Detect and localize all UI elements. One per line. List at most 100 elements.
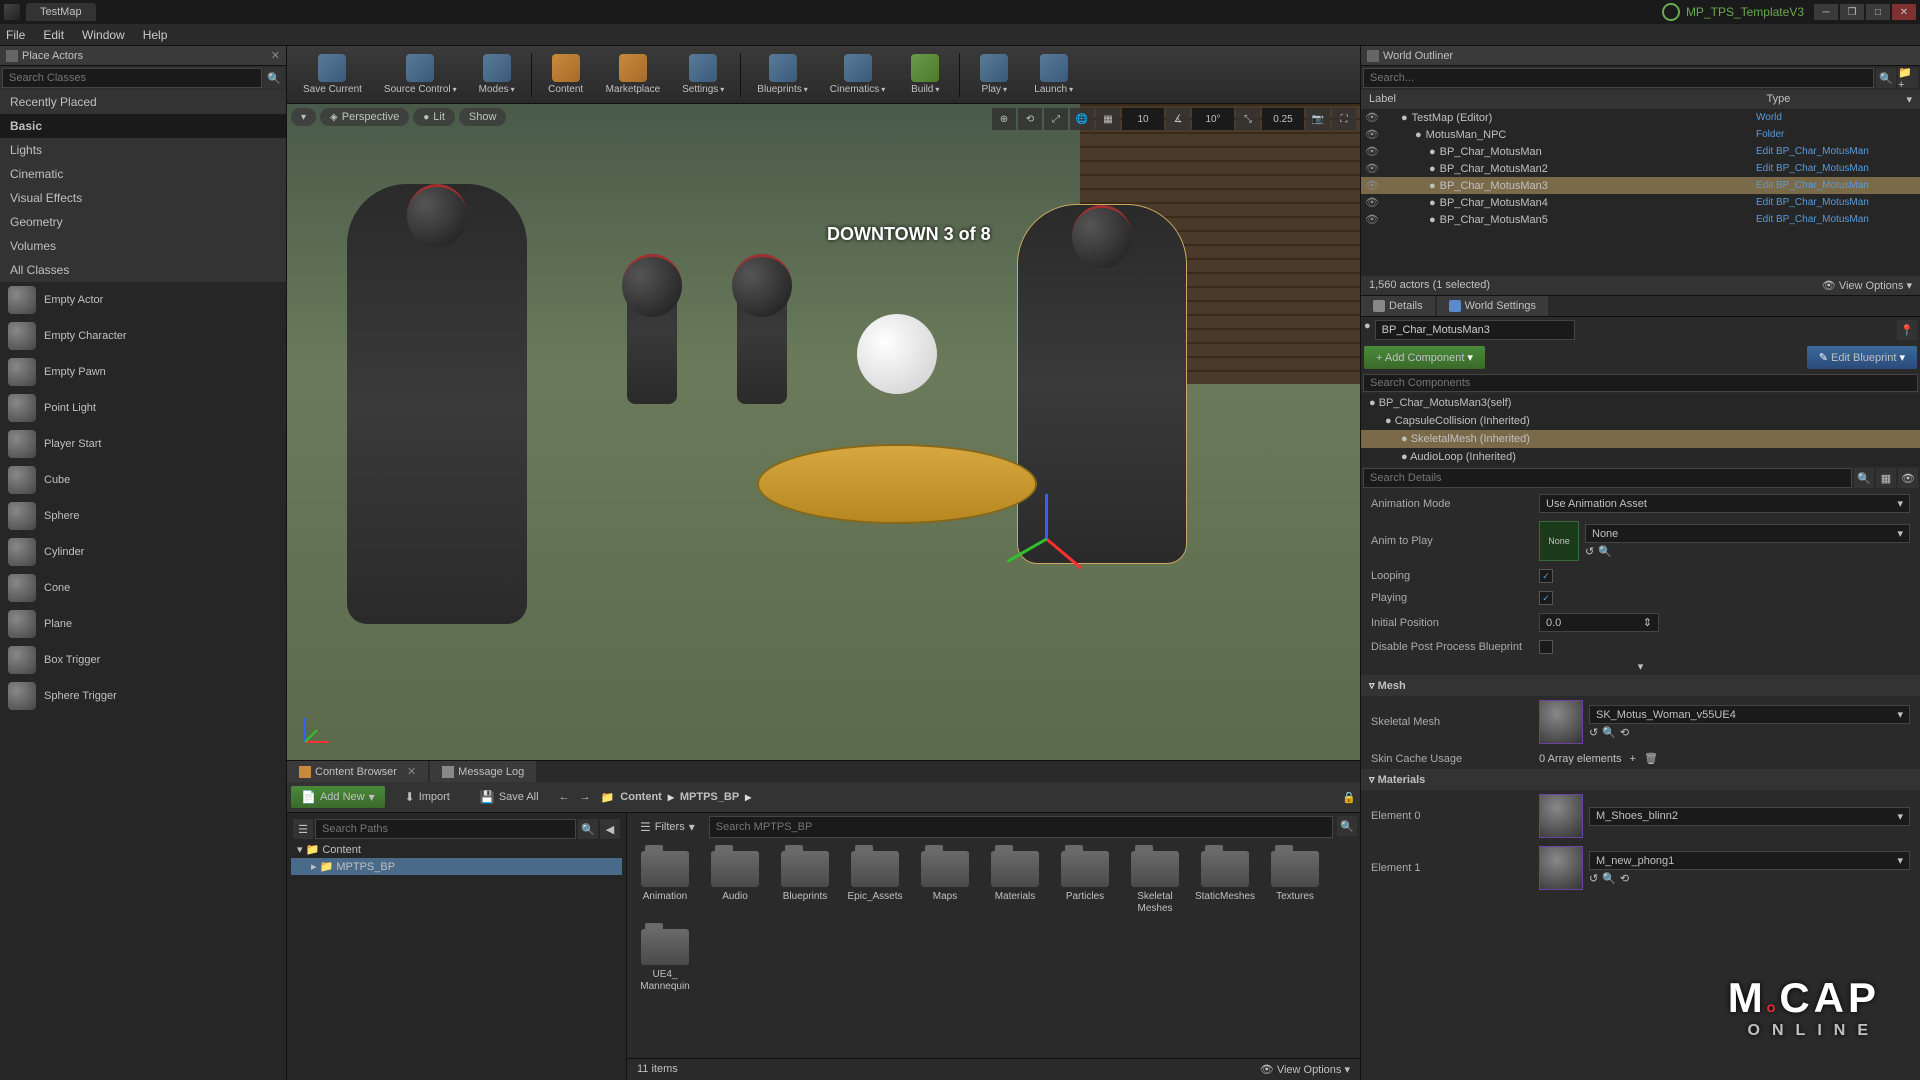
- column-type[interactable]: Type: [1766, 93, 1906, 106]
- actor-empty-pawn[interactable]: Empty Pawn: [0, 354, 286, 390]
- actor-point-light[interactable]: Point Light: [0, 390, 286, 426]
- visibility-icon[interactable]: 👁: [1365, 111, 1379, 124]
- launch-button[interactable]: Launch▾: [1024, 52, 1083, 97]
- menu-window[interactable]: Window: [82, 28, 125, 42]
- nav-forward-button[interactable]: →: [580, 791, 591, 803]
- viewport-tool-button[interactable]: ⟲: [1018, 108, 1042, 130]
- world-settings-tab[interactable]: World Settings: [1437, 296, 1548, 316]
- nav-back-button[interactable]: ←: [559, 791, 570, 803]
- viewport-show-button[interactable]: Show: [459, 108, 507, 126]
- disable-postprocess-checkbox[interactable]: [1539, 640, 1553, 654]
- build-button[interactable]: Build▾: [897, 52, 953, 97]
- tree-item-mptps[interactable]: ▸ 📁 MPTPS_BP: [291, 858, 622, 875]
- details-tab[interactable]: Details: [1361, 296, 1435, 316]
- menu-edit[interactable]: Edit: [43, 28, 64, 42]
- actor-box-trigger[interactable]: Box Trigger: [0, 642, 286, 678]
- tree-item-content[interactable]: ▾ 📁 Content: [291, 841, 622, 858]
- cinematics-button[interactable]: Cinematics▾: [820, 52, 895, 97]
- reset-icon[interactable]: ↺: [1589, 872, 1598, 885]
- outliner-row[interactable]: 👁●BP_Char_MotusMan3Edit BP_Char_MotusMan: [1361, 177, 1920, 194]
- folder-audio[interactable]: Audio: [707, 851, 763, 915]
- visibility-icon[interactable]: 👁: [1365, 145, 1379, 158]
- add-new-button[interactable]: 📄 Add New ▾: [291, 786, 385, 808]
- locate-icon[interactable]: 📍: [1897, 320, 1917, 340]
- category-lights[interactable]: Lights: [0, 138, 286, 162]
- category-cinematic[interactable]: Cinematic: [0, 162, 286, 186]
- outliner-row[interactable]: 👁●MotusMan_NPCFolder: [1361, 126, 1920, 143]
- viewport-tool-button[interactable]: ⤡: [1236, 108, 1260, 130]
- menu-help[interactable]: Help: [143, 28, 168, 42]
- category-volumes[interactable]: Volumes: [0, 234, 286, 258]
- folder-blueprints[interactable]: Blueprints: [777, 851, 833, 915]
- actor-player-start[interactable]: Player Start: [0, 426, 286, 462]
- actor-empty-actor[interactable]: Empty Actor: [0, 282, 286, 318]
- reset-default-icon[interactable]: ⟲: [1620, 872, 1629, 885]
- content-browser-tab[interactable]: Content Browser✕: [287, 761, 428, 782]
- edit-link[interactable]: Edit BP_Char_MotusMan: [1756, 214, 1916, 225]
- viewport-angle-snap[interactable]: 10°: [1192, 108, 1234, 130]
- folder-ue4--mannequin[interactable]: UE4_Mannequin: [637, 929, 693, 993]
- expand-icon[interactable]: ▾: [1361, 658, 1920, 675]
- viewport-tool-button[interactable]: ⤢: [1044, 108, 1068, 130]
- outliner-search-input[interactable]: [1363, 68, 1874, 88]
- place-actors-tab[interactable]: Place Actors ✕: [0, 46, 286, 66]
- viewport-tool-button[interactable]: 📷: [1306, 108, 1330, 130]
- eye-icon[interactable]: 👁: [1898, 468, 1918, 488]
- category-visual-effects[interactable]: Visual Effects: [0, 186, 286, 210]
- actor-plane[interactable]: Plane: [0, 606, 286, 642]
- viewport-grid-snap[interactable]: 10: [1122, 108, 1164, 130]
- blueprints-button[interactable]: Blueprints▾: [747, 52, 817, 97]
- viewport-tool-button[interactable]: ⊕: [992, 108, 1016, 130]
- folder-animation[interactable]: Animation: [637, 851, 693, 915]
- visibility-icon[interactable]: 👁: [1365, 196, 1379, 209]
- skeletal-mesh-dropdown[interactable]: SK_Motus_Woman_v55UE4▾: [1589, 705, 1910, 724]
- import-button[interactable]: ⬇ Import: [395, 786, 460, 808]
- visibility-icon[interactable]: 👁: [1365, 162, 1379, 175]
- viewport-maximize-button[interactable]: ⛶: [1332, 108, 1356, 130]
- edit-link[interactable]: Edit BP_Char_MotusMan: [1756, 163, 1916, 174]
- filters-button[interactable]: ☰ Filters▾: [630, 816, 705, 838]
- clear-array-icon[interactable]: 🗑: [1644, 752, 1658, 765]
- viewport-scale-snap[interactable]: 0.25: [1262, 108, 1304, 130]
- visibility-icon[interactable]: 👁: [1365, 128, 1379, 141]
- marketplace-button[interactable]: Marketplace: [596, 52, 670, 97]
- material-thumbnail[interactable]: [1539, 846, 1583, 890]
- component-row[interactable]: ● SkeletalMesh (Inherited): [1361, 430, 1920, 448]
- outliner-row[interactable]: 👁●BP_Char_MotusMan4Edit BP_Char_MotusMan: [1361, 194, 1920, 211]
- lock-icon[interactable]: 🔒: [1342, 791, 1356, 804]
- search-classes-input[interactable]: [2, 68, 262, 88]
- folder-epic-assets[interactable]: Epic_Assets: [847, 851, 903, 915]
- gizmo-z-axis-icon[interactable]: [1045, 494, 1048, 539]
- column-options-icon[interactable]: ▾: [1906, 93, 1912, 106]
- reset-icon[interactable]: ↺: [1589, 726, 1598, 739]
- material-thumbnail[interactable]: [1539, 794, 1583, 838]
- actor-cube[interactable]: Cube: [0, 462, 286, 498]
- column-label[interactable]: Label: [1369, 93, 1766, 106]
- anim-thumbnail[interactable]: None: [1539, 521, 1579, 561]
- gizmo-x-axis-icon[interactable]: [1046, 538, 1082, 569]
- close-icon[interactable]: ✕: [271, 49, 280, 62]
- source-control-button[interactable]: Source Control▾: [374, 52, 467, 97]
- section-materials[interactable]: ▿ Materials: [1361, 769, 1920, 790]
- search-components-input[interactable]: [1363, 374, 1918, 392]
- search-paths-input[interactable]: [315, 819, 576, 839]
- initial-position-input[interactable]: 0.0⇕: [1539, 613, 1659, 632]
- viewport-tool-button[interactable]: ∡: [1166, 108, 1190, 130]
- actor-cone[interactable]: Cone: [0, 570, 286, 606]
- search-icon[interactable]: 🔍: [578, 819, 598, 839]
- folder-skeletal-meshes[interactable]: SkeletalMeshes: [1127, 851, 1183, 915]
- filter-icon[interactable]: ☰: [293, 819, 313, 839]
- visibility-icon[interactable]: 👁: [1365, 213, 1379, 226]
- viewport-perspective-button[interactable]: ◈ Perspective: [320, 108, 409, 126]
- transform-gizmo[interactable]: [1007, 494, 1087, 574]
- edit-link[interactable]: World: [1756, 112, 1916, 123]
- category-all-classes[interactable]: All Classes: [0, 258, 286, 282]
- actor-sphere[interactable]: Sphere: [0, 498, 286, 534]
- search-content-input[interactable]: [709, 816, 1333, 838]
- browse-icon[interactable]: 🔍: [1598, 545, 1612, 558]
- search-icon[interactable]: 🔍: [1876, 68, 1896, 88]
- actor-name-input[interactable]: [1375, 320, 1575, 340]
- anim-asset-dropdown[interactable]: None▾: [1585, 524, 1910, 543]
- window-close-button[interactable]: ✕: [1892, 4, 1916, 20]
- browse-icon[interactable]: 🔍: [1602, 726, 1616, 739]
